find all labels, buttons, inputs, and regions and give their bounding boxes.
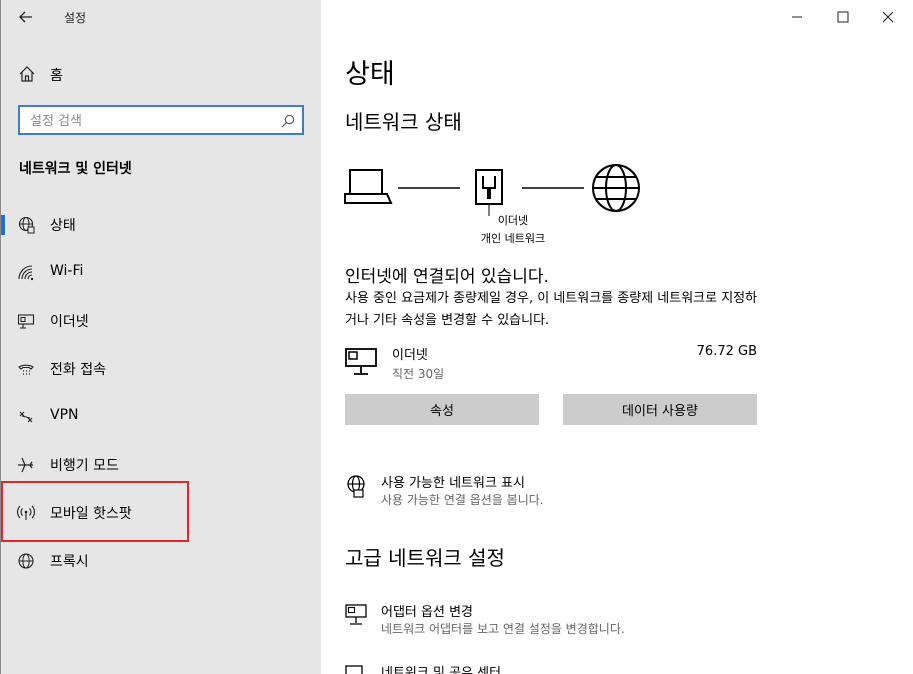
laptop-icon (344, 169, 393, 204)
ethernet-icon (16, 311, 36, 331)
show-available-networks-link[interactable]: 사용 가능한 네트워크 표시 사용 가능한 연결 옵션을 봅니다. (345, 472, 845, 512)
show-networks-subtitle: 사용 가능한 연결 옵션을 봅니다. (381, 493, 544, 507)
vpn-icon (16, 407, 36, 427)
internet-globe-icon (592, 164, 640, 212)
wifi-icon (16, 263, 36, 283)
maximize-button[interactable] (828, 4, 858, 30)
page-title: 상태 (345, 59, 395, 90)
sidebar-item-label: 이더넷 (50, 314, 89, 330)
sidebar-item-mobile-hotspot[interactable]: 모바일 핫스팟 (1, 491, 322, 535)
network-status-heading: 네트워크 상태 (345, 110, 462, 134)
network-sharing-center-link[interactable]: 네트워크 및 공유 센터 (345, 662, 845, 674)
minimize-icon (792, 16, 802, 18)
sidebar-item-label: Wi-Fi (50, 263, 84, 279)
main-content: 상태 네트워크 상태 이더넷 개인 네트워크 인터넷에 연결되어 있습니다. 사… (321, 0, 913, 674)
ethernet-adapter-icon (345, 348, 377, 378)
close-button[interactable] (873, 4, 903, 30)
change-adapter-options-link[interactable]: 어댑터 옵션 변경 네트워크 어댑터를 보고 연결 설정을 변경합니다. (345, 601, 845, 641)
globe-status-icon (16, 215, 36, 235)
diagram-label-adapter: 이더넷 (497, 214, 529, 227)
airplane-icon (16, 455, 36, 475)
maximize-icon (837, 11, 849, 23)
sidebar-item-home[interactable]: 홈 (1, 56, 322, 92)
show-networks-title: 사용 가능한 네트워크 표시 (381, 476, 525, 491)
search-input[interactable] (28, 111, 277, 131)
hotspot-icon (16, 503, 36, 523)
sidebar-item-proxy[interactable]: 프록시 (1, 539, 322, 583)
sidebar-item-label: 모바일 핫스팟 (50, 506, 132, 522)
minimize-button[interactable] (782, 4, 812, 30)
adapter-icon (345, 603, 369, 627)
adapter-options-subtitle: 네트워크 어댑터를 보고 연결 설정을 변경합니다. (381, 622, 625, 636)
connection-status-text: 인터넷에 연결되어 있습니다. (345, 267, 549, 287)
sidebar-item-label: 전화 접속 (50, 362, 106, 378)
search-icon[interactable] (280, 113, 296, 129)
metered-description: 사용 중인 요금제가 종량제일 경우, 이 네트워크를 종량제 네트워크로 지정… (345, 291, 758, 328)
sidebar: 설정 홈 네트워크 및 인터넷 상태 (0, 0, 321, 674)
sidebar-item-label: 상태 (50, 218, 76, 234)
back-arrow-icon (19, 11, 32, 23)
connection-info: 이더넷 직전 30일 76.72 GB (345, 344, 757, 384)
sidebar-item-ethernet[interactable]: 이더넷 (1, 299, 322, 343)
ethernet-port-icon (475, 169, 503, 216)
sharing-center-icon (345, 664, 369, 674)
title-bar-left: 설정 (1, 0, 322, 34)
globe-icon (16, 551, 36, 571)
connection-period: 직전 30일 (392, 367, 445, 381)
advanced-settings-heading: 고급 네트워크 설정 (345, 546, 505, 570)
sidebar-item-dial-up[interactable]: 전화 접속 (1, 347, 322, 391)
search-box[interactable] (18, 105, 304, 135)
sidebar-item-status[interactable]: 상태 (1, 203, 322, 247)
connection-name: 이더넷 (392, 348, 428, 363)
diagram-label-network-type: 개인 네트워크 (480, 232, 546, 245)
home-icon (17, 64, 37, 84)
close-icon (882, 11, 894, 23)
dial-up-icon (16, 359, 36, 379)
sidebar-item-airplane[interactable]: 비행기 모드 (1, 443, 322, 487)
properties-button[interactable]: 속성 (345, 394, 539, 425)
sidebar-item-wifi[interactable]: Wi-Fi (1, 251, 322, 295)
data-usage-button[interactable]: 데이터 사용량 (563, 394, 757, 425)
back-button[interactable] (15, 6, 37, 28)
app-title: 설정 (64, 11, 87, 25)
sidebar-section-title: 네트워크 및 인터넷 (19, 161, 132, 177)
sidebar-item-label: 비행기 모드 (50, 458, 119, 474)
network-diagram-graphic (344, 164, 640, 216)
adapter-options-title: 어댑터 옵션 변경 (381, 605, 473, 620)
sharing-center-title: 네트워크 및 공유 센터 (381, 666, 502, 674)
network-diagram: 이더넷 개인 네트워크 (343, 160, 643, 250)
globe-network-icon (345, 474, 369, 498)
sidebar-item-vpn[interactable]: VPN (1, 395, 322, 439)
connection-data-usage: 76.72 GB (696, 344, 757, 359)
sidebar-item-label: VPN (50, 407, 79, 423)
home-label: 홈 (50, 68, 63, 84)
sidebar-item-label: 프록시 (50, 554, 89, 570)
